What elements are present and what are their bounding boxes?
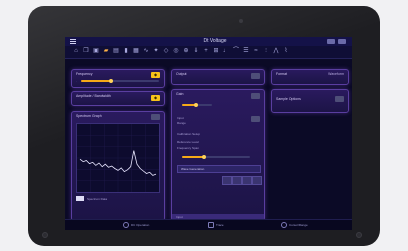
folder-icon[interactable]: ▰	[103, 48, 109, 55]
app-screen: Dt Voltage ⌂ ❐ ▣ ▰ ▤ ▮ ▦ ∿ ✦ ◇ ◎ ⊕ ⇓ + ⊞ ♩ ⌒ ☰ ≈ ⫶ ⋀ ⌇ Freque…	[65, 37, 352, 230]
key-button[interactable]	[252, 176, 262, 185]
key-button[interactable]	[232, 176, 242, 185]
trace-button[interactable]: Trace	[208, 221, 238, 230]
cursor-range-button[interactable]: Cursor/Range	[281, 221, 325, 230]
expand-button[interactable]	[151, 114, 160, 120]
plus-icon[interactable]: +	[203, 48, 209, 55]
sample-options-button[interactable]	[335, 96, 344, 102]
app-bar: Dt Voltage	[65, 37, 352, 46]
format-value: Waveform	[328, 72, 344, 76]
output-button[interactable]	[251, 73, 260, 79]
target-icon[interactable]: ◎	[173, 48, 179, 55]
cursor-icon	[281, 222, 287, 228]
list-icon[interactable]: ☰	[243, 48, 249, 55]
home-icon[interactable]: ⌂	[73, 48, 79, 55]
output-panel: Output	[171, 69, 265, 85]
amplitude-panel: Amplitude / Bandwidth ◆	[71, 91, 165, 106]
toolbar: ⌂ ❐ ▣ ▰ ▤ ▮ ▦ ∿ ✦ ◇ ◎ ⊕ ⇓ + ⊞ ♩ ⌒ ☰ ≈ ⫶ ⋀ ⌇	[65, 46, 352, 59]
bottom-bar: DC Operation Trace Cursor/Range	[65, 219, 352, 230]
wave-icon[interactable]: ≈	[253, 48, 259, 55]
gain-label-range: Range	[177, 121, 186, 125]
amplitude-toggle-button[interactable]: ◆	[151, 95, 160, 101]
slider-knob[interactable]	[109, 79, 113, 83]
panel-title: Format	[276, 72, 288, 76]
slider-knob[interactable]	[194, 103, 198, 107]
slider-min-label: ·	[76, 79, 77, 83]
down-icon[interactable]: ⇓	[193, 48, 199, 55]
curve-icon[interactable]: ⌒	[233, 48, 239, 55]
range-button[interactable]	[251, 116, 260, 122]
file-icon[interactable]: ▤	[113, 48, 119, 55]
panel-title: Output	[176, 72, 187, 76]
signal-icon[interactable]: ∿	[143, 48, 149, 55]
keyboard-icon[interactable]: ▦	[133, 48, 139, 55]
bottom-label: Trace	[216, 223, 224, 227]
key-button[interactable]	[222, 176, 232, 185]
grid-icon[interactable]: ⊞	[213, 48, 219, 55]
select-value: Wave Generation	[181, 167, 205, 171]
frequency-slider[interactable]	[81, 79, 159, 83]
power-icon	[123, 222, 129, 228]
reference-label: Reference Level	[177, 140, 199, 144]
panel-title: Gain	[176, 92, 184, 96]
frequency-panel: Frequency ◆ ·	[71, 69, 165, 88]
peak-icon[interactable]: ⋀	[273, 48, 279, 55]
spectrum-panel: Spectrum Graph Spectrum Data	[71, 111, 165, 221]
spark-icon[interactable]: ✦	[153, 48, 159, 55]
wave-generation-select[interactable]: Wave Generation	[177, 165, 261, 173]
gain-slider[interactable]	[182, 103, 212, 107]
compass-icon[interactable]: ⊕	[183, 48, 189, 55]
bottom-label: Cursor/Range	[289, 223, 308, 227]
span-slider[interactable]	[182, 155, 250, 159]
dc-operation-button[interactable]: DC Operation	[123, 221, 163, 230]
legend-swatch	[76, 196, 84, 201]
frequency-toggle-button[interactable]: ◆	[151, 72, 160, 78]
menu-icon[interactable]	[70, 39, 76, 44]
close-button[interactable]	[338, 39, 346, 44]
screw	[356, 232, 362, 238]
calibration-label: Calibration Setup	[177, 132, 201, 136]
gain-edit-button[interactable]	[251, 93, 260, 99]
screw	[42, 232, 48, 238]
panel-title: Sample Options	[276, 97, 301, 101]
copy-icon[interactable]: ❐	[83, 48, 89, 55]
spectrum-plot	[77, 124, 159, 192]
spectrum-chart	[76, 123, 160, 193]
bar-icon[interactable]: ▮	[123, 48, 129, 55]
span-label: Frequency Span	[177, 146, 200, 150]
app-title: Dt Voltage	[203, 38, 227, 44]
bottom-label: DC Operation	[131, 223, 150, 227]
camera-dot	[239, 19, 243, 23]
panel-title: Spectrum Graph	[76, 114, 102, 118]
gain-panel: Gain Input Range Calibration Setup Refer…	[171, 89, 265, 221]
gain-label-input: Input	[177, 116, 184, 120]
sample-options-panel: Sample Options	[271, 89, 349, 113]
trace-icon	[208, 222, 214, 228]
panel-title: Frequency	[76, 72, 93, 76]
panel-title: Amplitude / Bandwidth	[76, 94, 111, 98]
format-panel: Format Waveform	[271, 69, 349, 85]
slider-knob[interactable]	[202, 155, 206, 159]
filter-icon[interactable]: ◇	[163, 48, 169, 55]
bars-icon[interactable]: ⫶	[263, 48, 269, 55]
chart-icon[interactable]: ⌇	[283, 48, 289, 55]
key-button[interactable]	[242, 176, 252, 185]
legend-label: Spectrum Data	[87, 197, 108, 201]
maximize-button[interactable]	[327, 39, 335, 44]
save-icon[interactable]: ▣	[93, 48, 99, 55]
tuning-icon[interactable]: ♩	[223, 48, 229, 55]
